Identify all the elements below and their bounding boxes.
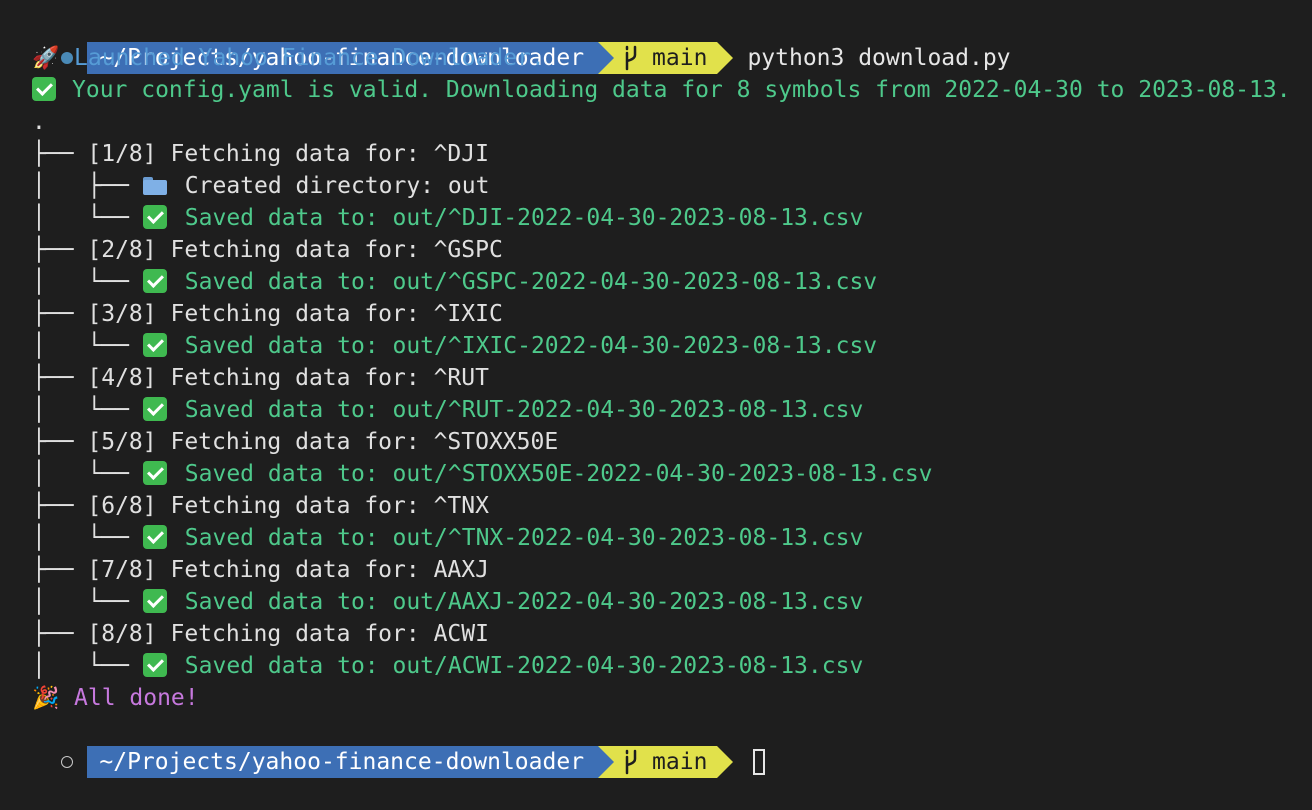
check-mark-icon (143, 333, 167, 357)
fetch-line: ├── [7/8] Fetching data for: AAXJ (0, 554, 1312, 586)
fetch-message: [2/8] Fetching data for: ^GSPC (87, 237, 502, 263)
check-mark-icon (143, 653, 167, 677)
tree-branch: │ └── (32, 333, 143, 359)
fetch-message: [6/8] Fetching data for: ^TNX (87, 493, 489, 519)
created-dir-message: Created directory: out (185, 173, 490, 199)
tree-branch: │ └── (32, 205, 143, 231)
check-mark-icon (143, 205, 167, 229)
check-mark-icon (32, 77, 56, 101)
tree-branch: ├── (32, 493, 87, 519)
launched-message: Launched Yahoo Finance Downloader. (74, 45, 545, 71)
prompt-line-active: ~/Projects/yahoo-finance-downloadermain (0, 714, 1312, 746)
fetch-list: ├── [1/8] Fetching data for: ^DJI│ ├── C… (0, 138, 1312, 682)
tree-branch: ├── (32, 429, 87, 455)
tree-branch: ├── (32, 365, 87, 391)
fetch-line: ├── [2/8] Fetching data for: ^GSPC (0, 234, 1312, 266)
fetch-line: ├── [5/8] Fetching data for: ^STOXX50E (0, 426, 1312, 458)
fetch-message: [8/8] Fetching data for: ACWI (87, 621, 489, 647)
check-mark-icon (143, 461, 167, 485)
tree-branch: ├── (32, 141, 87, 167)
done-line: 🎉 All done! (0, 682, 1312, 714)
party-popper-icon: 🎉 (32, 683, 60, 715)
prompt-status-indicator (55, 746, 87, 778)
prompt-segments: ~/Projects/yahoo-finance-downloader main (87, 746, 733, 778)
fetch-message: [7/8] Fetching data for: AAXJ (87, 557, 489, 583)
saved-message: Saved data to: out/ACWI-2022-04-30-2023-… (185, 653, 864, 679)
branch-name: main (652, 746, 707, 778)
tree-branch: ├── (32, 557, 87, 583)
saved-message: Saved data to: out/^TNX-2022-04-30-2023-… (185, 525, 864, 551)
check-mark-icon (143, 269, 167, 293)
folder-icon (143, 177, 167, 195)
saved-line: │ └── Saved data to: out/ACWI-2022-04-30… (0, 650, 1312, 682)
segment-separator-icon (598, 746, 614, 778)
fetch-message: [1/8] Fetching data for: ^DJI (87, 141, 489, 167)
saved-message: Saved data to: out/^DJI-2022-04-30-2023-… (185, 205, 864, 231)
saved-message: Saved data to: out/^RUT-2022-04-30-2023-… (185, 397, 864, 423)
segment-end-icon (717, 746, 733, 778)
tree-root-label: . (32, 109, 46, 135)
check-mark-icon (143, 525, 167, 549)
launched-line: 🚀 Launched Yahoo Finance Downloader. (0, 42, 1312, 74)
tree-root: . (0, 106, 1312, 138)
check-mark-icon (143, 589, 167, 613)
tree-branch: │ └── (32, 525, 143, 551)
created-dir-line: │ ├── Created directory: out (0, 170, 1312, 202)
fetch-line: ├── [3/8] Fetching data for: ^IXIC (0, 298, 1312, 330)
prompt-git-branch: main (614, 746, 717, 778)
hollow-circle-icon (61, 756, 73, 768)
prompt-path: ~/Projects/yahoo-finance-downloader (87, 746, 598, 778)
fetch-message: [4/8] Fetching data for: ^RUT (87, 365, 489, 391)
saved-message: Saved data to: out/^STOXX50E-2022-04-30-… (185, 461, 933, 487)
check-mark-icon (143, 397, 167, 421)
valid-message: Your config.yaml is valid. Downloading d… (72, 77, 1291, 103)
fetch-line: ├── [8/8] Fetching data for: ACWI (0, 618, 1312, 650)
tree-branch: │ ├── (32, 173, 143, 199)
saved-line: │ └── Saved data to: out/^DJI-2022-04-30… (0, 202, 1312, 234)
tree-branch: │ └── (32, 269, 143, 295)
saved-message: Saved data to: out/AAXJ-2022-04-30-2023-… (185, 589, 864, 615)
prompt-line: ~/Projects/yahoo-finance-downloadermainp… (0, 10, 1312, 42)
saved-line: │ └── Saved data to: out/^STOXX50E-2022-… (0, 458, 1312, 490)
tree-branch: │ └── (32, 589, 143, 615)
valid-line: Your config.yaml is valid. Downloading d… (0, 74, 1312, 106)
saved-line: │ └── Saved data to: out/^TNX-2022-04-30… (0, 522, 1312, 554)
terminal-output: ~/Projects/yahoo-finance-downloadermainp… (0, 10, 1312, 746)
saved-line: │ └── Saved data to: out/^GSPC-2022-04-3… (0, 266, 1312, 298)
tree-branch: ├── (32, 621, 87, 647)
done-message: All done! (74, 685, 199, 711)
saved-message: Saved data to: out/^GSPC-2022-04-30-2023… (185, 269, 877, 295)
tree-branch: │ └── (32, 461, 143, 487)
tree-branch: │ └── (32, 653, 143, 679)
saved-line: │ └── Saved data to: out/AAXJ-2022-04-30… (0, 586, 1312, 618)
rocket-icon: 🚀 (32, 43, 60, 75)
saved-message: Saved data to: out/^IXIC-2022-04-30-2023… (185, 333, 877, 359)
fetch-message: [5/8] Fetching data for: ^STOXX50E (87, 429, 558, 455)
fetch-line: ├── [6/8] Fetching data for: ^TNX (0, 490, 1312, 522)
fetch-line: ├── [1/8] Fetching data for: ^DJI (0, 138, 1312, 170)
fetch-message: [3/8] Fetching data for: ^IXIC (87, 301, 502, 327)
terminal-cursor[interactable] (753, 749, 765, 775)
fetch-line: ├── [4/8] Fetching data for: ^RUT (0, 362, 1312, 394)
tree-branch: ├── (32, 301, 87, 327)
saved-line: │ └── Saved data to: out/^RUT-2022-04-30… (0, 394, 1312, 426)
saved-line: │ └── Saved data to: out/^IXIC-2022-04-3… (0, 330, 1312, 362)
tree-branch: │ └── (32, 397, 143, 423)
git-branch-icon (622, 749, 640, 775)
tree-branch: ├── (32, 237, 87, 263)
